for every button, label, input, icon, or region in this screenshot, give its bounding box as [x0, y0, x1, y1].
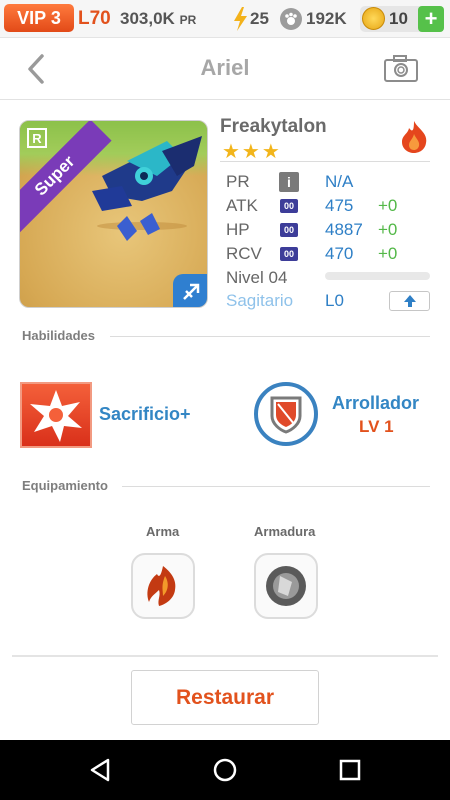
- pr-value: N/A: [325, 172, 354, 191]
- weapon-slot[interactable]: [131, 553, 195, 619]
- hp-label: HP: [226, 220, 250, 239]
- recents-square-icon[interactable]: [336, 756, 364, 784]
- fire-element-icon: [402, 121, 427, 153]
- leader-skill-level: LV 1: [359, 417, 394, 436]
- equipment-divider: [122, 486, 430, 487]
- level-label: Nivel 04: [226, 268, 288, 287]
- restore-button[interactable]: Restaurar: [131, 670, 319, 725]
- energy-count: 25: [250, 9, 269, 28]
- paw-icon: [280, 8, 302, 30]
- resource-bar: VIP 3 L70 303,0K PR 25 192K 10 +: [0, 0, 450, 38]
- sign-level: L0: [325, 291, 344, 310]
- coin-count: 10: [389, 9, 408, 28]
- hp-value: 4887: [325, 220, 363, 239]
- back-triangle-icon[interactable]: [86, 756, 114, 784]
- vip-badge[interactable]: VIP 3: [4, 4, 74, 32]
- home-circle-icon[interactable]: [211, 756, 239, 784]
- hp-bonus: +0: [378, 220, 398, 239]
- equipment-section-label: Equipamiento: [22, 478, 108, 493]
- add-coins-button[interactable]: +: [418, 6, 444, 32]
- app-root: VIP 3 L70 303,0K PR 25 192K 10 + Ariel S…: [0, 0, 450, 800]
- sagittarius-icon: [173, 274, 207, 307]
- player-pr: 303,0K PR: [120, 9, 196, 29]
- level-progress-bar: [325, 272, 430, 280]
- pr-label: PR: [226, 172, 250, 191]
- sacrifice-skill-icon[interactable]: [20, 382, 92, 448]
- sign-label[interactable]: Sagitario: [226, 291, 293, 311]
- player-level: L70: [78, 8, 111, 29]
- active-skill-name[interactable]: Sacrificio+: [99, 404, 191, 425]
- skills-divider: [110, 336, 430, 337]
- bottom-divider: [12, 655, 438, 657]
- rcv-bonus: +0: [378, 244, 398, 263]
- atk-badge: 00: [280, 199, 298, 213]
- atk-bonus: +0: [378, 196, 398, 215]
- leader-skill-icon[interactable]: [254, 382, 318, 446]
- upgrade-sign-button[interactable]: [389, 291, 430, 311]
- rcv-badge: 00: [280, 247, 298, 261]
- camera-icon[interactable]: [383, 53, 419, 83]
- player-pr-unit: PR: [179, 13, 197, 27]
- weapon-label: Arma: [146, 524, 180, 539]
- armor-label: Armadura: [254, 524, 316, 539]
- skills-section-label: Habilidades: [22, 328, 95, 343]
- armor-slot[interactable]: [254, 553, 318, 619]
- rcv-value: 470: [325, 244, 354, 263]
- atk-label: ATK: [226, 196, 258, 215]
- atk-value: 475: [325, 196, 354, 215]
- arrow-up-icon: [403, 295, 416, 307]
- hp-badge: 00: [280, 223, 298, 237]
- lightning-icon: [234, 7, 247, 31]
- armor-icon: [266, 566, 306, 606]
- monster-name: Freakytalon: [220, 116, 327, 137]
- rcv-label: RCV: [226, 244, 262, 263]
- monster-portrait[interactable]: Super R: [19, 120, 208, 308]
- weapon-icon: [147, 566, 176, 606]
- system-nav-bar: [0, 740, 450, 800]
- rarity-badge: R: [27, 128, 47, 148]
- name-divider: [220, 161, 430, 162]
- paw-count: 192K: [306, 9, 347, 28]
- coin-icon: [362, 7, 385, 30]
- page-header: Ariel: [0, 38, 450, 100]
- info-icon[interactable]: i: [279, 172, 299, 192]
- leader-skill-name[interactable]: Arrollador: [332, 393, 419, 414]
- player-pr-value: 303,0K: [120, 9, 175, 28]
